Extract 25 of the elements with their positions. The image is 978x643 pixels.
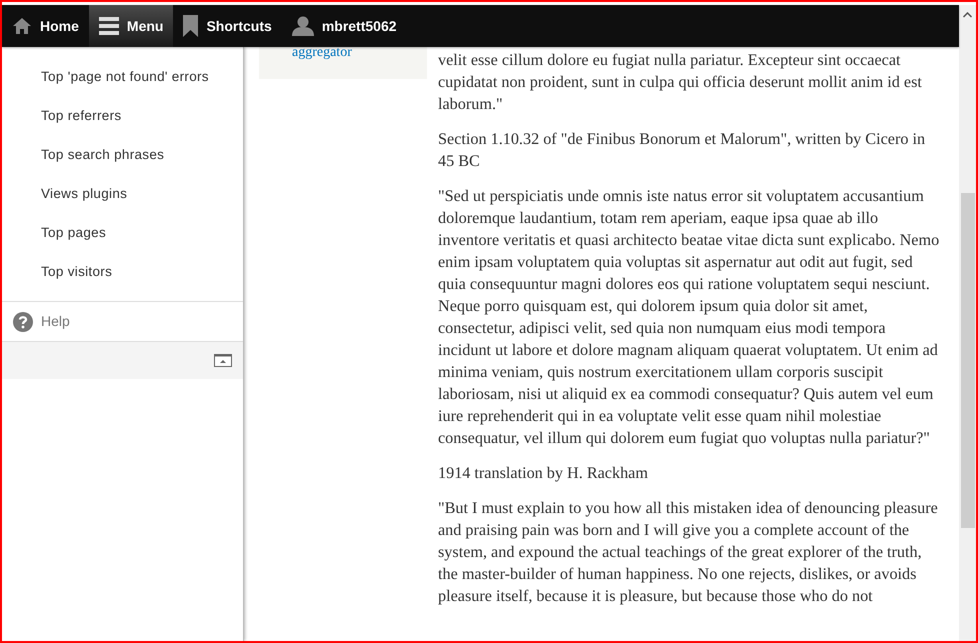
toolbar-tab[interactable]: Menu [88, 5, 174, 47]
aggregator-link[interactable]: aggregator [292, 47, 427, 59]
toolbar-tab[interactable]: mbrett5062 [282, 5, 407, 47]
user-icon [292, 16, 314, 36]
paragraph: "Sed ut perspiciatis unde omnis iste natus error sit voluptatem accusantium doloremque laudantium, totam rem aperiam, eaque ipsa quae ab illo inventore veritatis et quasi architecto beatae vitae dicta sunt explicabo. Nemo enim ipsam voluptatem quia voluptas sit aspernatur aut odit aut fugit, sed quia consequuntur magni dolores eos qui ratione voluptatem sequi nesciunt. Neque porro quisquam est, qui dolorem ipsum quia dolor sit amet, consectetur, adipisci velit, sed quia non numquam eius modi tempora incidunt ut labore et dolore magnam aliquam quaerat voluptatem. Ut enim ad minima veniam, quis nostrum exercitationem ullam corporis suscipit laboriosam, nisi ut aliquid ex ea commodi consequatur? Quis autem vel eum iure reprehenderit qui in ea voluptate velit esse quam nihil molestiae consequatur, vel illum qui dolorem eum fugiat quo voluptas nulla pariatur?" [438, 186, 940, 449]
menu-link[interactable]: Top 'page not found' errors [2, 67, 243, 106]
paragraph: Section 1.10.32 of "de Finibus Bonorum et Malorum", written by Cicero in 45 BC [438, 129, 926, 172]
paragraph: 1914 translation by H. Rackham [438, 463, 649, 484]
menu-link[interactable]: Top referrers [2, 106, 243, 145]
menu-link[interactable]: Top search phrases [2, 145, 243, 184]
paragraph: "But I must explain to you how all this mistaken idea of denouncing pleasure and praising pain was born and I will give you a complete account of the system, and expound the actual teachings of the great explorer of the truth, the master-builder of human happiness. No one rejects, dislikes, or avoids pleasure itself, because it is pleasure, but because those who do not [438, 498, 939, 607]
help-icon [13, 312, 33, 332]
collapse-icon[interactable] [214, 354, 232, 367]
home-icon [12, 17, 32, 35]
scrollbar-thumb[interactable] [960, 193, 974, 528]
menu-icon [98, 16, 119, 36]
paragraph: velit esse cillum dolore eu fugiat nulla pariatur. Excepteur sint occaecat cupidatat non proident, sunt in culpa qui officia deserunt mollit anim id est laborum." [438, 50, 923, 115]
bookmark-icon [183, 15, 198, 37]
scroll-up-icon[interactable] [963, 12, 972, 18]
menu-link[interactable]: Top visitors [2, 262, 243, 301]
menu-link[interactable]: Views plugins [2, 184, 243, 223]
toolbar-tab[interactable]: Home [2, 5, 89, 47]
toolbar-tab[interactable]: Shortcuts [173, 5, 282, 47]
menu-link[interactable]: Top pages [2, 223, 243, 262]
help-link[interactable]: Help [41, 311, 70, 332]
